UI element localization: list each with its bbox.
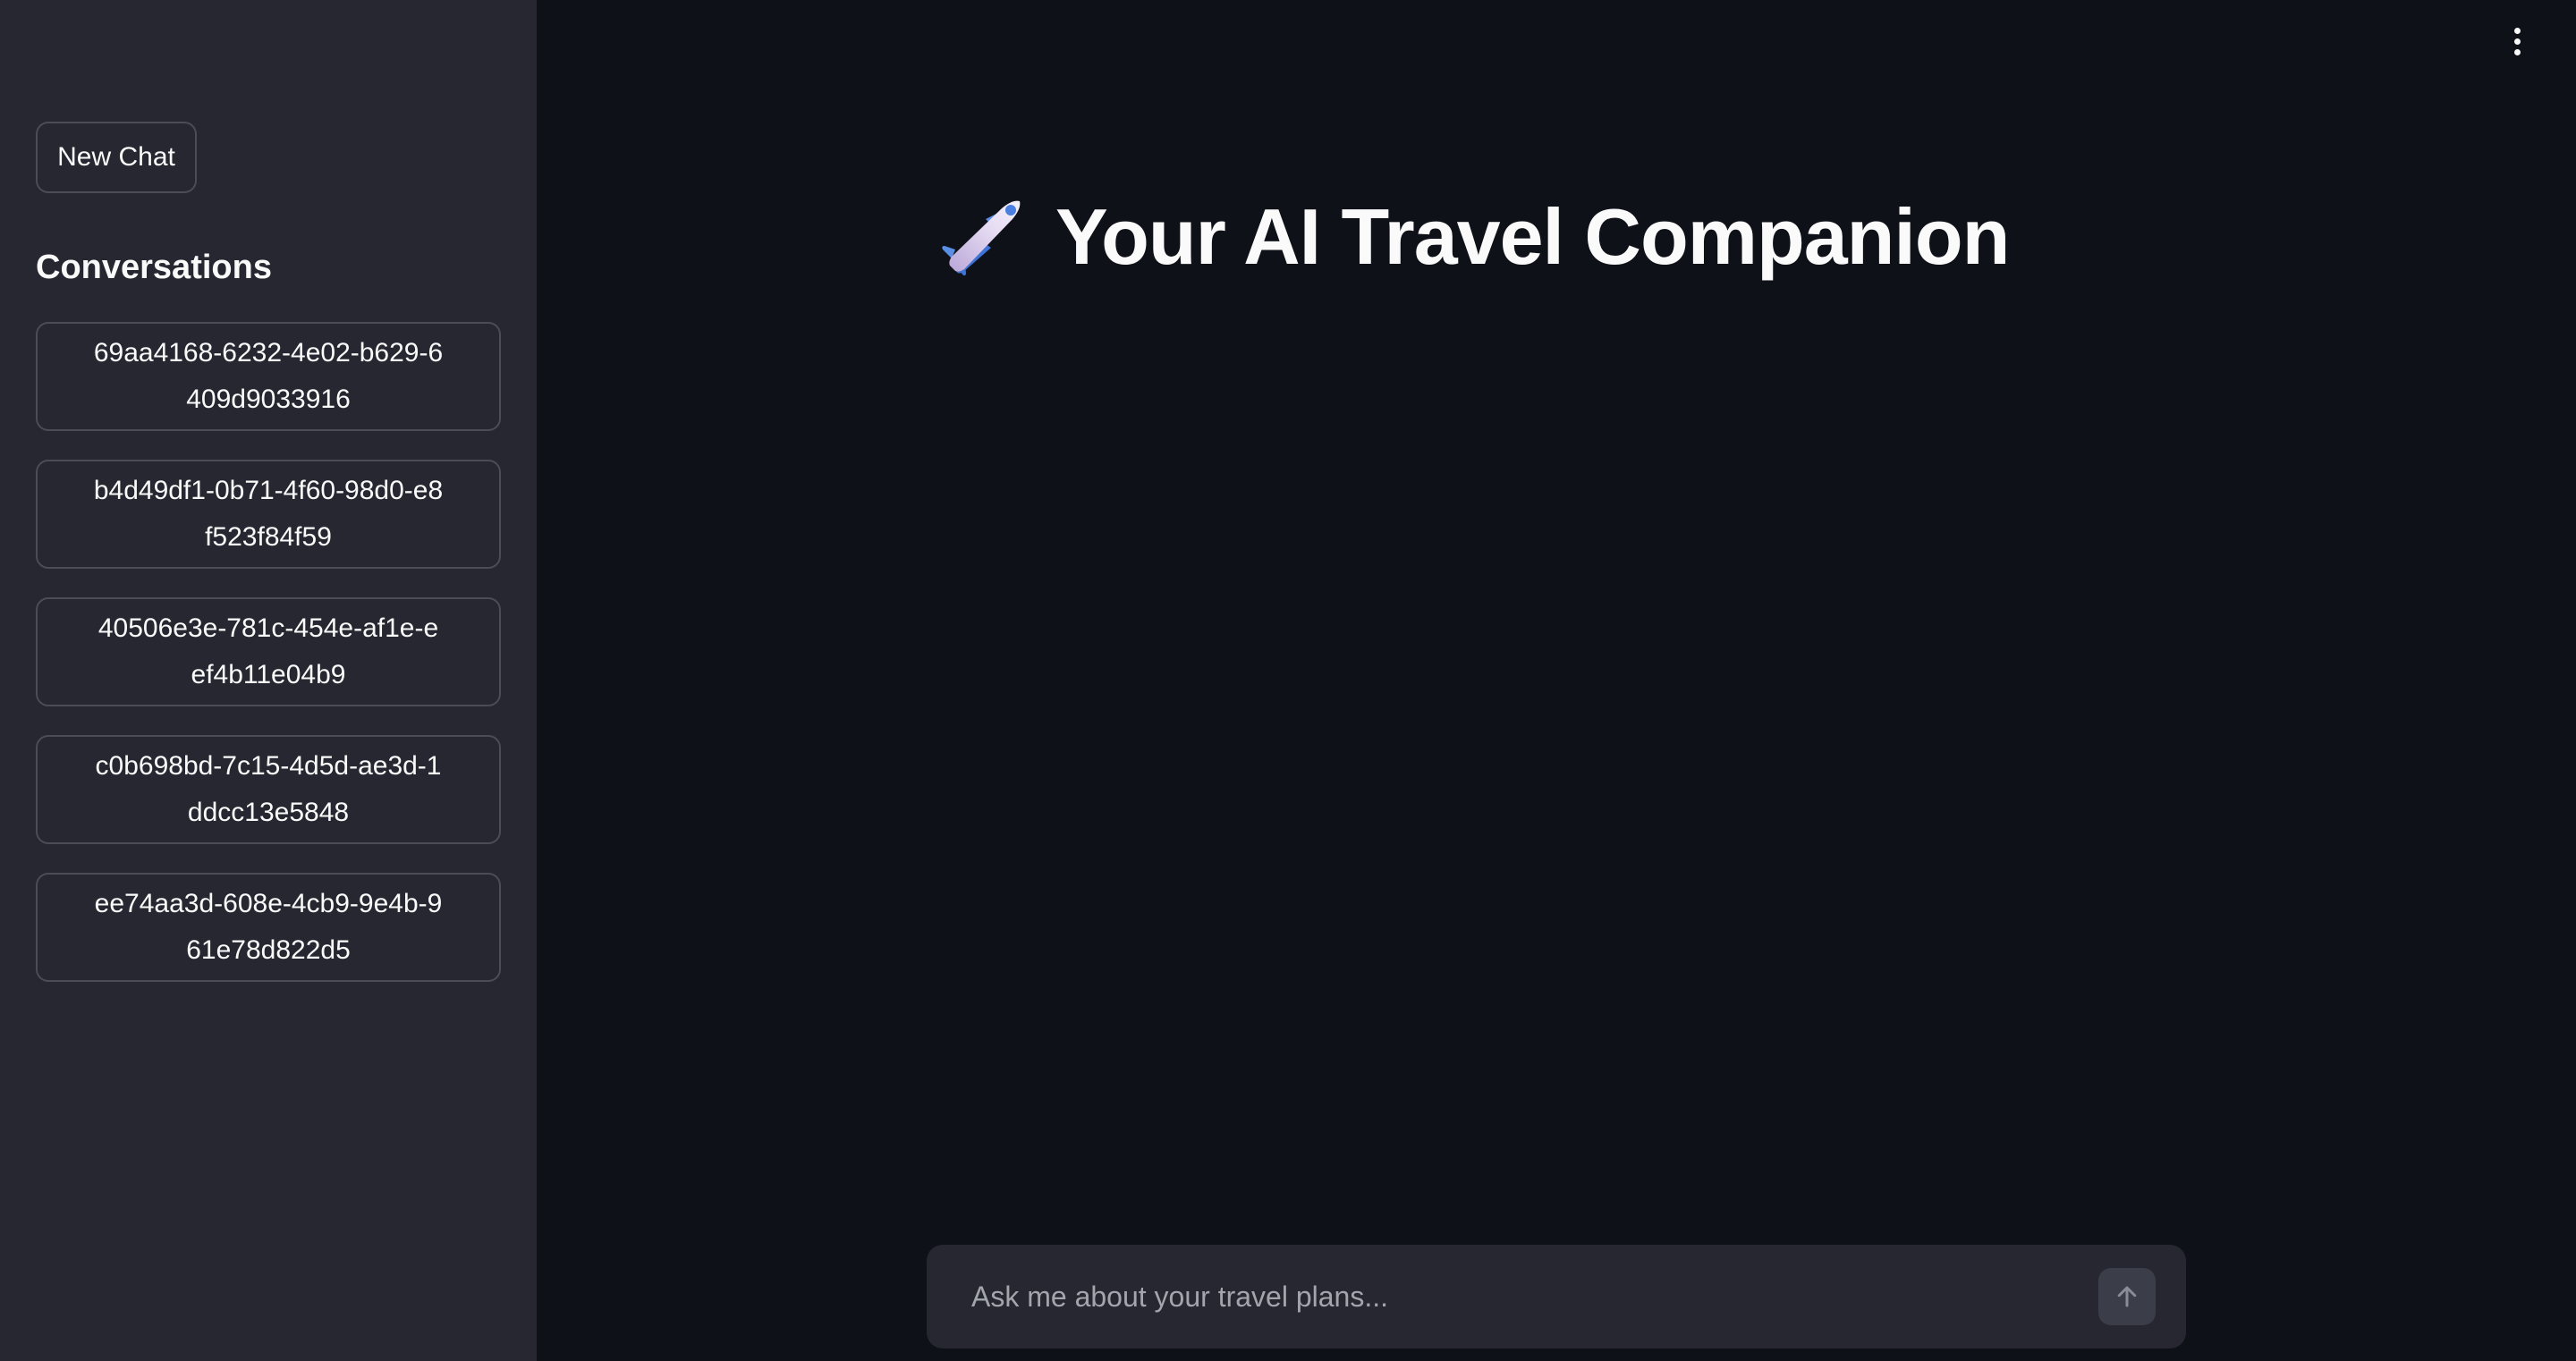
conversation-list: 69aa4168-6232-4e02-b629-6409d9033916 b4d… (36, 322, 501, 1010)
conversation-item[interactable]: b4d49df1-0b71-4f60-98d0-e8f523f84f59 (36, 460, 501, 569)
conversation-item[interactable]: 40506e3e-781c-454e-af1e-eef4b11e04b9 (36, 597, 501, 706)
airplane-icon (942, 200, 1021, 276)
chat-input[interactable] (971, 1270, 2098, 1323)
conversations-heading: Conversations (36, 249, 272, 286)
kebab-menu-icon[interactable] (2499, 23, 2535, 59)
conversation-item[interactable]: ee74aa3d-608e-4cb9-9e4b-961e78d822d5 (36, 873, 501, 982)
send-button[interactable] (2098, 1268, 2156, 1325)
arrow-up-icon (2117, 1286, 2137, 1307)
conversation-item[interactable]: 69aa4168-6232-4e02-b629-6409d9033916 (36, 322, 501, 431)
app-window: New Chat Conversations 69aa4168-6232-4e0… (0, 0, 2576, 1361)
chat-input-container (927, 1245, 2186, 1348)
main-area: Your AI Travel Companion (537, 0, 2576, 1361)
conversation-item[interactable]: c0b698bd-7c15-4d5d-ae3d-1ddcc13e5848 (36, 735, 501, 844)
sidebar: New Chat Conversations 69aa4168-6232-4e0… (0, 0, 537, 1361)
new-chat-button[interactable]: New Chat (36, 122, 197, 193)
page-header: Your AI Travel Companion (939, 191, 2010, 283)
page-title: Your AI Travel Companion (1055, 192, 2010, 281)
